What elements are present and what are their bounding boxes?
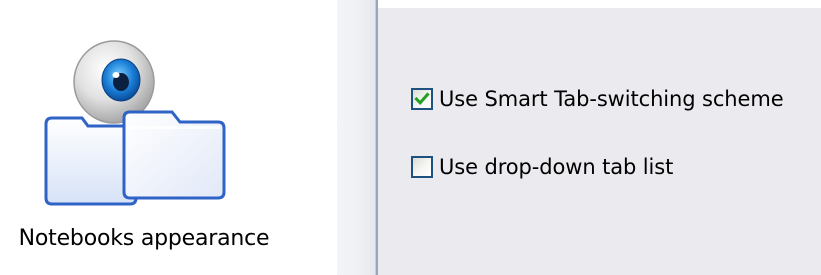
smart-tab-switching-label: Use Smart Tab-switching scheme xyxy=(439,87,784,111)
panel-left-strip xyxy=(337,0,375,275)
notebooks-appearance-icon xyxy=(38,24,230,206)
drop-down-tab-list-option[interactable]: Use drop-down tab list xyxy=(411,152,673,182)
check-mark-icon xyxy=(414,92,430,106)
category-item-notebooks-appearance[interactable]: Notebooks appearance xyxy=(0,0,300,275)
settings-panel-top-edge xyxy=(378,0,821,8)
drop-down-tab-list-label: Use drop-down tab list xyxy=(439,155,674,179)
category-pane: Notebooks appearance xyxy=(0,0,337,275)
smart-tab-switching-option[interactable]: Use Smart Tab-switching scheme xyxy=(411,84,784,114)
settings-panel xyxy=(378,0,821,275)
category-label: Notebooks appearance xyxy=(18,226,270,251)
drop-down-tab-list-checkbox[interactable] xyxy=(411,156,433,178)
smart-tab-switching-checkbox[interactable] xyxy=(411,88,433,110)
